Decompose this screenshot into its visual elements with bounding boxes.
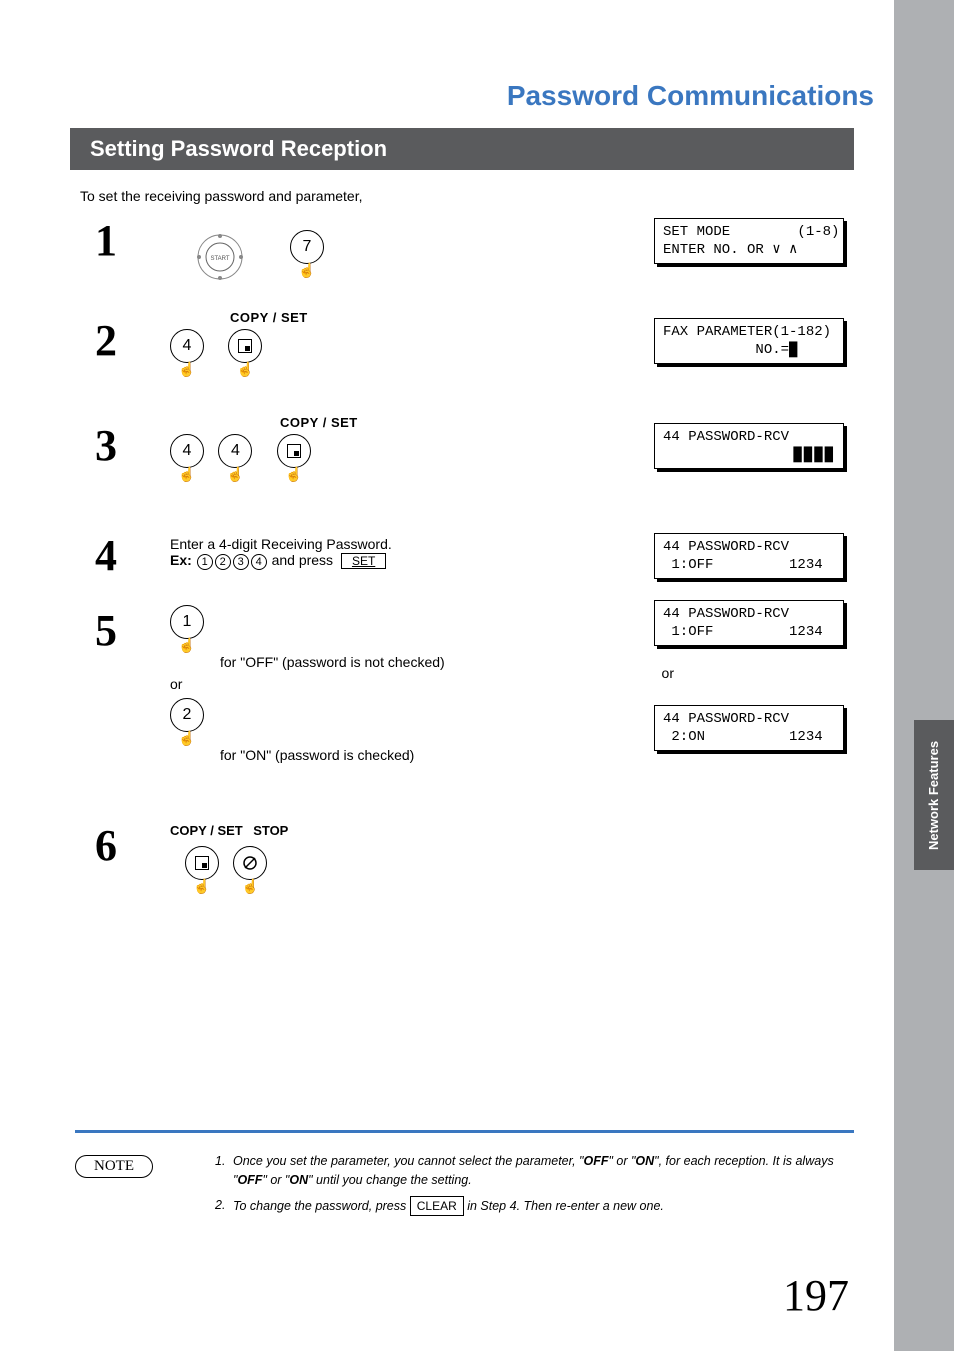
note-1: 1. Once you set the parameter, you canno… xyxy=(215,1152,844,1190)
step5-body: 1 ☝ for "OFF" (password is not checked) … xyxy=(170,605,445,763)
lcd-step5b: 44 PASSWORD-RCV 2:ON 1234 xyxy=(654,705,844,751)
keypad-2[interactable]: 2 xyxy=(170,698,204,732)
right-margin-bar xyxy=(894,0,954,1351)
note-2: 2. To change the password, press CLEAR i… xyxy=(215,1196,844,1216)
section-title: Setting Password Reception xyxy=(70,128,854,170)
side-tab: Network Features xyxy=(914,720,954,870)
step-number-5: 5 xyxy=(95,605,117,656)
keypad-4[interactable]: 4 xyxy=(170,329,204,363)
control-dial-icon: START xyxy=(170,220,280,290)
clear-button-label: CLEAR xyxy=(410,1196,464,1216)
keypad-7[interactable]: 7 xyxy=(290,230,324,264)
digit-2: 2 xyxy=(215,554,231,570)
copyset-label: COPY / SET xyxy=(230,310,308,325)
set-key[interactable] xyxy=(228,329,262,363)
set-icon xyxy=(195,856,209,870)
set-button-label: SET xyxy=(341,553,386,569)
stop-key[interactable] xyxy=(233,846,267,880)
note-label: NOTE xyxy=(75,1155,153,1178)
lcd-step1: SET MODE (1-8) ENTER NO. OR ∨ ∧ xyxy=(654,218,844,264)
digit-1: 1 xyxy=(197,554,213,570)
copyset-label: COPY / SET xyxy=(170,823,243,838)
lcd-step2: FAX PARAMETER(1-182) NO.=█ xyxy=(654,318,844,364)
copyset-label: COPY / SET xyxy=(280,415,358,430)
press-icon: ☝ xyxy=(170,466,204,483)
step-number-2: 2 xyxy=(95,315,117,366)
press-icon: ☝ xyxy=(185,878,219,895)
divider xyxy=(75,1130,854,1133)
set-key[interactable] xyxy=(277,434,311,468)
press-icon: ☝ xyxy=(228,361,262,378)
step-number-1: 1 xyxy=(95,215,117,266)
step-number-3: 3 xyxy=(95,420,117,471)
stop-icon xyxy=(242,855,258,871)
step6-keys: COPY / SET STOP ☝ ☝ xyxy=(170,822,288,896)
press-icon: ☝ xyxy=(290,262,324,279)
press-icon: ☝ xyxy=(277,466,311,483)
digit-3: 3 xyxy=(233,554,249,570)
step2-keys: COPY / SET 4 ☝ ☝ xyxy=(170,310,308,379)
svg-text:START: START xyxy=(210,256,229,262)
keypad-4[interactable]: 4 xyxy=(218,434,252,468)
stop-label: STOP xyxy=(253,823,288,838)
set-icon xyxy=(287,444,301,458)
step1-key7: 7 ☝ xyxy=(290,230,334,280)
press-icon: ☝ xyxy=(170,730,204,747)
keypad-1[interactable]: 1 xyxy=(170,605,204,639)
side-tab-label: Network Features xyxy=(927,740,942,849)
page: Network Features Password Communications… xyxy=(0,0,954,1351)
press-icon: ☝ xyxy=(170,361,204,378)
set-key[interactable] xyxy=(185,846,219,880)
lcd-step3: 44 PASSWORD-RCV ████ xyxy=(654,423,844,469)
lcd-or: or xyxy=(662,665,674,681)
lcd-step4: 44 PASSWORD-RCV 1:OFF 1234 xyxy=(654,533,844,579)
keypad-4[interactable]: 4 xyxy=(170,434,204,468)
intro-text: To set the receiving password and parame… xyxy=(80,188,363,204)
press-icon: ☝ xyxy=(233,878,267,895)
press-icon: ☝ xyxy=(170,637,204,654)
step4-text: Enter a 4-digit Receiving Password. Ex: … xyxy=(170,536,392,570)
digit-4: 4 xyxy=(251,554,267,570)
press-icon: ☝ xyxy=(218,466,252,483)
page-title: Password Communications xyxy=(507,80,874,112)
page-number: 197 xyxy=(783,1270,849,1321)
step-number-4: 4 xyxy=(95,530,117,581)
step1-dialpad: START xyxy=(170,220,280,295)
notes: 1. Once you set the parameter, you canno… xyxy=(215,1152,844,1222)
step3-keys: COPY / SET 4 ☝ 4 ☝ ☝ xyxy=(170,415,358,484)
lcd-step5a: 44 PASSWORD-RCV 1:OFF 1234 xyxy=(654,600,844,646)
set-icon xyxy=(238,339,252,353)
step-number-6: 6 xyxy=(95,820,117,871)
